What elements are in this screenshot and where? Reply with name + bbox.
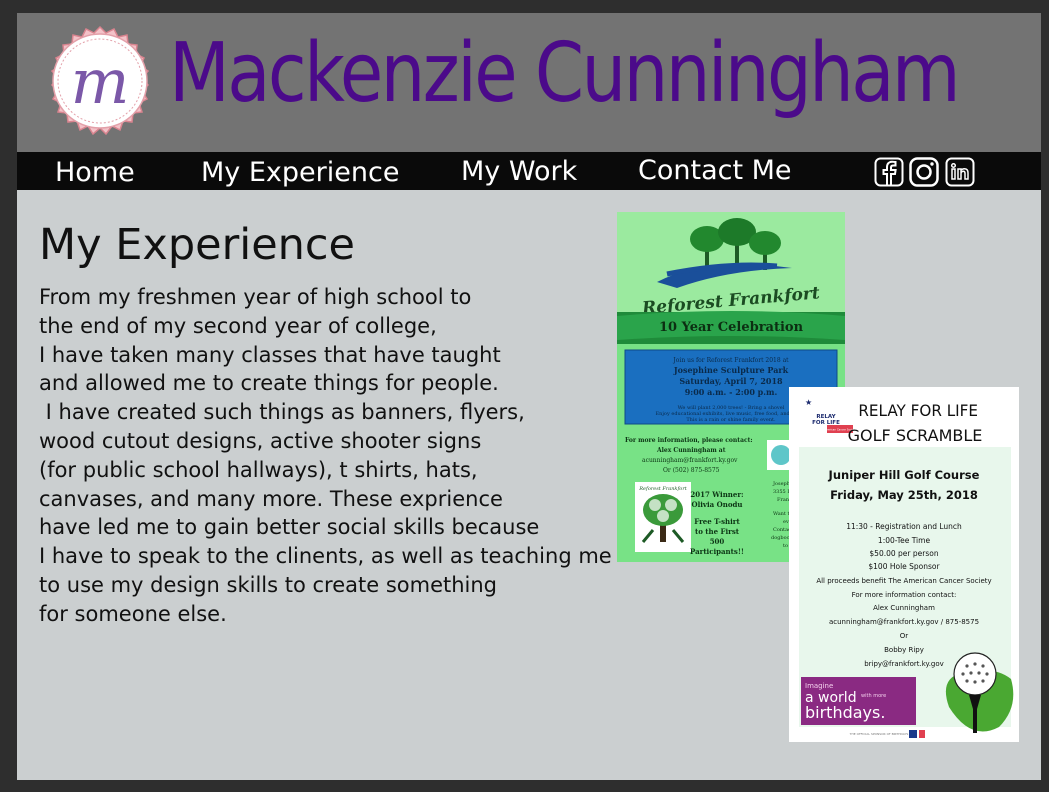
paragraph-line: I have created such things as banners, f…	[39, 400, 525, 425]
page-heading: My Experience	[39, 220, 356, 270]
svg-text:1:00-Tee Time: 1:00-Tee Time	[878, 536, 931, 545]
svg-text:Juniper Hill Golf Course: Juniper Hill Golf Course	[828, 468, 980, 482]
svg-text:2017 Winner:: 2017 Winner:	[690, 490, 743, 499]
svg-text:Or (502) 875-8575: Or (502) 875-8575	[663, 467, 720, 474]
facebook-icon[interactable]	[874, 157, 904, 187]
svg-text:with more: with more	[861, 693, 886, 699]
paragraph-line: I have taken many classes that have taug…	[39, 342, 501, 367]
paragraph-line: for someone else.	[39, 601, 227, 626]
linkedin-icon[interactable]	[945, 157, 975, 187]
svg-text:9:00 a.m. - 2:00 p.m.: 9:00 a.m. - 2:00 p.m.	[685, 387, 778, 397]
instagram-icon[interactable]	[909, 157, 939, 187]
svg-text:500: 500	[710, 537, 725, 546]
nav-my-work[interactable]: My Work	[461, 158, 577, 185]
svg-text:For more information, please c: For more information, please contact:	[625, 437, 753, 444]
logo-icon[interactable]: m	[38, 19, 162, 143]
site-header: m Mackenzie Cunningham	[17, 13, 1041, 152]
svg-text:$50.00 per person: $50.00 per person	[869, 549, 938, 558]
svg-text:acunningham@frankfort.ky.gov /: acunningham@frankfort.ky.gov / 875-8575	[829, 618, 979, 626]
svg-text:acunningham@frankfort.ky.gov: acunningham@frankfort.ky.gov	[642, 457, 738, 464]
site-title: Mackenzie Cunningham	[169, 26, 961, 121]
svg-text:$100 Hole Sponsor: $100 Hole Sponsor	[868, 562, 940, 571]
paragraph-line: to use my design skills to create someth…	[39, 572, 498, 597]
svg-text:RELAY FOR LIFE: RELAY FOR LIFE	[858, 402, 978, 420]
svg-text:Alex Cunningham: Alex Cunningham	[873, 604, 935, 612]
svg-text:m: m	[71, 45, 130, 118]
nav-home[interactable]: Home	[55, 159, 135, 186]
svg-text:Imagine: Imagine	[805, 682, 833, 690]
paragraph-line: canvases, and many more. These exprience	[39, 486, 503, 511]
svg-text:★: ★	[805, 398, 812, 407]
flyer-banner: 10 Year Celebration	[617, 311, 845, 344]
svg-text:Bobby Ripy: Bobby Ripy	[884, 646, 924, 654]
svg-text:This is a rain or shine family: This is a rain or shine family event.	[686, 417, 776, 423]
paragraph-line: wood cutout designs, active shooter sign…	[39, 428, 482, 453]
svg-text:Or: Or	[900, 632, 909, 640]
paragraph-line: From my freshmen year of high school to	[39, 285, 472, 309]
svg-text:bripy@frankfort.ky.gov: bripy@frankfort.ky.gov	[864, 660, 944, 668]
svg-text:Join us for Reforest Frankfort: Join us for Reforest Frankfort 2018 at	[672, 357, 789, 364]
nav-bar: Home My Experience My Work Contact Me	[17, 152, 1041, 190]
svg-text:Josephine Sculpture Park: Josephine Sculpture Park	[673, 365, 789, 375]
svg-text:Friday, May 25th, 2018: Friday, May 25th, 2018	[830, 488, 978, 502]
svg-text:For more information contact:: For more information contact:	[852, 591, 957, 599]
svg-text:Olivia Onodu: Olivia Onodu	[692, 500, 743, 509]
svg-text:GOLF SCRAMBLE: GOLF SCRAMBLE	[848, 426, 983, 445]
svg-text:THE OFFICIAL SPONSOR OF BIRTHD: THE OFFICIAL SPONSOR OF BIRTHDAYS	[849, 732, 909, 736]
svg-text:All proceeds benefit The Ameri: All proceeds benefit The American Cancer…	[816, 577, 991, 585]
experience-paragraph: From my freshmen year of high school to t…	[39, 283, 612, 629]
svg-text:10 Year Celebration: 10 Year Celebration	[659, 320, 804, 335]
paragraph-line: (for public school hallways), t shirts, …	[39, 457, 478, 482]
nav-contact-me[interactable]: Contact Me	[638, 157, 792, 184]
paragraph-line: the end of my second year of college,	[39, 313, 437, 338]
svg-text:Saturday, April 7, 2018: Saturday, April 7, 2018	[679, 376, 783, 386]
relay-for-life-flyer[interactable]: ★ RELAY FOR LIFE American Cancer Society…	[789, 387, 1019, 742]
svg-text:to: to	[783, 543, 788, 549]
paragraph-line: have led me to gain better social skills…	[39, 515, 540, 540]
svg-text:birthdays.: birthdays.	[805, 703, 885, 722]
svg-text:Alex Cunningham at: Alex Cunningham at	[656, 447, 726, 454]
paragraph-line: and allowed me to create things for peop…	[39, 371, 499, 396]
page-frame: m Mackenzie Cunningham Home My Experienc…	[17, 13, 1041, 780]
paragraph-line: I have to speak to the clinents, as well…	[39, 544, 612, 569]
svg-text:Participants!!: Participants!!	[690, 547, 744, 556]
svg-text:Free T-shirt: Free T-shirt	[694, 517, 740, 526]
tree-logo-icon	[641, 494, 685, 543]
svg-text:11:30 - Registration and Lunch: 11:30 - Registration and Lunch	[846, 522, 962, 531]
svg-text:to the First: to the First	[695, 527, 740, 536]
nav-my-experience[interactable]: My Experience	[201, 159, 399, 186]
svg-text:Reforest Frankfort: Reforest Frankfort	[638, 486, 687, 492]
